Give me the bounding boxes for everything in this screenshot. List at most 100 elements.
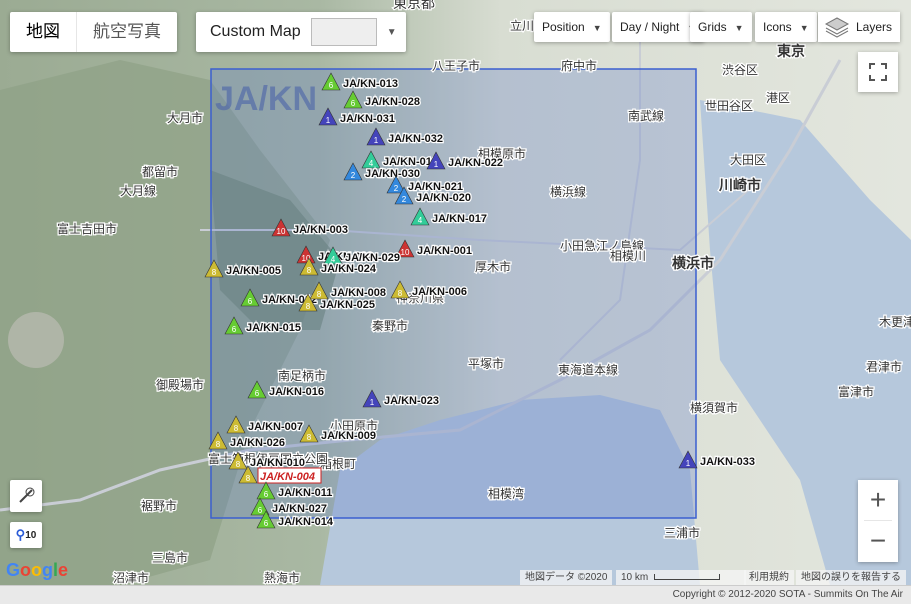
place-label: 三島市: [152, 550, 188, 565]
grids-menu-label: Grids: [698, 20, 727, 34]
position-menu[interactable]: Position ▼: [534, 12, 610, 42]
summit-label[interactable]: JA/KN-013: [342, 77, 400, 92]
place-label: 相模湾: [488, 486, 524, 501]
summit-points: 8: [236, 460, 241, 469]
map-type-satellite[interactable]: 航空写真: [76, 12, 177, 52]
summit-label[interactable]: JA/KN-033: [699, 455, 757, 470]
map-canvas[interactable]: JA/KN 東京都立川市八王子市 府中市 渋谷区東京世田谷区港区大田区川崎市横浜市相…: [0, 0, 911, 585]
place-label: 木更津: [879, 315, 911, 329]
place-label: 横須賀市: [690, 400, 738, 415]
summit-points: 6: [264, 519, 269, 528]
summit-points: 2: [394, 184, 399, 193]
scale-bar[interactable]: 10 km: [616, 570, 746, 585]
summit-label[interactable]: JA/KN-032: [387, 132, 445, 147]
zoom-level-value: 10: [25, 529, 37, 541]
summit-points: 10: [401, 248, 410, 257]
summit-points: 6: [255, 389, 260, 398]
chevron-down-icon: ▼: [734, 23, 744, 33]
region-label: JA/KN: [215, 80, 317, 118]
summit-label[interactable]: JA/KN-024: [320, 262, 378, 277]
summit-label[interactable]: JA/KN-026: [229, 436, 287, 451]
summit-points: 1: [374, 136, 379, 145]
footer: Copyright © 2012-2020 SOTA - Summits On …: [0, 585, 911, 604]
summit-points: 8: [307, 433, 312, 442]
summit-label[interactable]: JA/KN-007: [247, 420, 305, 435]
summit-label[interactable]: JA/KN-016: [268, 385, 326, 400]
summit-label[interactable]: JA/KN-011: [277, 486, 334, 501]
chevron-down-icon: ▼: [799, 23, 809, 33]
icons-menu-label: Icons: [763, 20, 792, 34]
layers-menu[interactable]: Layers: [818, 12, 900, 42]
map-data-attribution: 地図データ ©2020: [520, 570, 613, 585]
summit-label[interactable]: JA/KN-023: [383, 394, 441, 409]
map-type-roadmap[interactable]: 地図: [10, 12, 76, 52]
summit-points: 1: [434, 160, 439, 169]
summit-label[interactable]: JA/KN-025: [319, 298, 377, 313]
summit-label[interactable]: JA/KN-028: [364, 95, 422, 110]
place-label: 大月市: [167, 110, 203, 125]
summit-points: 4: [369, 159, 374, 168]
place-label: 八王子市: [432, 58, 480, 73]
place-label: 大田区: [730, 153, 766, 167]
map-type-control: 地図 航空写真: [10, 12, 177, 52]
place-label: 君津市: [866, 359, 902, 374]
place-label: 世田谷区: [705, 99, 753, 113]
summit-label[interactable]: JA/KN-008: [330, 286, 388, 301]
google-logo[interactable]: Google: [6, 560, 68, 581]
place-label: 南足柄市: [278, 368, 326, 383]
summit-label[interactable]: JA/KN-006: [411, 285, 469, 300]
zoom-out-button[interactable]: −: [858, 521, 898, 561]
icons-menu[interactable]: Icons ▼: [755, 12, 817, 42]
custom-map-select[interactable]: [310, 18, 377, 46]
measure-button[interactable]: [10, 480, 42, 512]
summit-points: 8: [216, 440, 221, 449]
summit-label[interactable]: JA/KN-020: [415, 191, 473, 206]
report-error-link[interactable]: 地図の誤りを報告する: [796, 570, 906, 585]
place-label: 南武線: [628, 108, 664, 123]
summit-label[interactable]: JA/KN-015: [245, 321, 303, 336]
place-label: 大月線: [120, 183, 156, 198]
copyright-text: Copyright © 2012-2020 SOTA - Summits On …: [672, 589, 903, 600]
summit-label[interactable]: JA/KN-004: [260, 471, 315, 483]
summit-label[interactable]: JA/KN-027: [271, 502, 329, 517]
summit-label[interactable]: JA/KN-003: [292, 223, 350, 238]
summit-label[interactable]: JA/KN-031: [339, 112, 397, 127]
summit-points: 1: [686, 459, 691, 468]
summit-label[interactable]: JA/KN-005: [225, 264, 283, 279]
summit-label[interactable]: JA/KN-009: [320, 429, 378, 444]
place-label: 渋谷区: [722, 63, 758, 77]
summit-points: 4: [418, 216, 423, 225]
scale-line: [654, 574, 721, 580]
summit-points: 8: [212, 268, 217, 277]
summit-points: 8: [246, 474, 251, 483]
summit-points: 6: [264, 490, 269, 499]
place-label: 富津市: [838, 384, 874, 399]
terms-link[interactable]: 利用規約: [744, 570, 794, 585]
magnifier-icon: ⚲: [15, 527, 26, 542]
summit-points: 6: [248, 297, 253, 306]
fullscreen-icon: [869, 63, 887, 81]
place-label: 秦野市: [372, 318, 408, 333]
summit-label[interactable]: JA/KN-001: [416, 244, 474, 259]
summit-label[interactable]: JA/KN-017: [431, 212, 489, 227]
summit-points: 8: [398, 289, 403, 298]
fullscreen-button[interactable]: [858, 52, 898, 92]
grids-menu[interactable]: Grids ▼: [690, 12, 752, 42]
place-label: 平塚市: [468, 356, 504, 371]
summit-points: 1: [370, 398, 375, 407]
summit-label[interactable]: JA/KN-010: [249, 456, 307, 471]
place-label: 沼津市: [113, 570, 149, 585]
chevron-down-icon: ▼: [386, 26, 397, 38]
ruler-icon: [19, 487, 35, 503]
position-menu-label: Position: [542, 20, 585, 34]
custom-map-control[interactable]: Custom Map ▼: [196, 12, 406, 52]
chevron-down-icon: ▼: [592, 23, 602, 33]
zoom-level-button[interactable]: ⚲ 10: [10, 522, 42, 548]
place-label: 東京: [777, 43, 805, 59]
zoom-in-button[interactable]: +: [858, 480, 898, 520]
summit-label[interactable]: JA/KN-014: [277, 515, 335, 530]
summit-points: 6: [232, 325, 237, 334]
summit-label[interactable]: JA/KN-022: [447, 156, 505, 171]
summit-label[interactable]: JA/KN-030: [364, 167, 422, 182]
place-label: 熱海市: [264, 570, 300, 585]
